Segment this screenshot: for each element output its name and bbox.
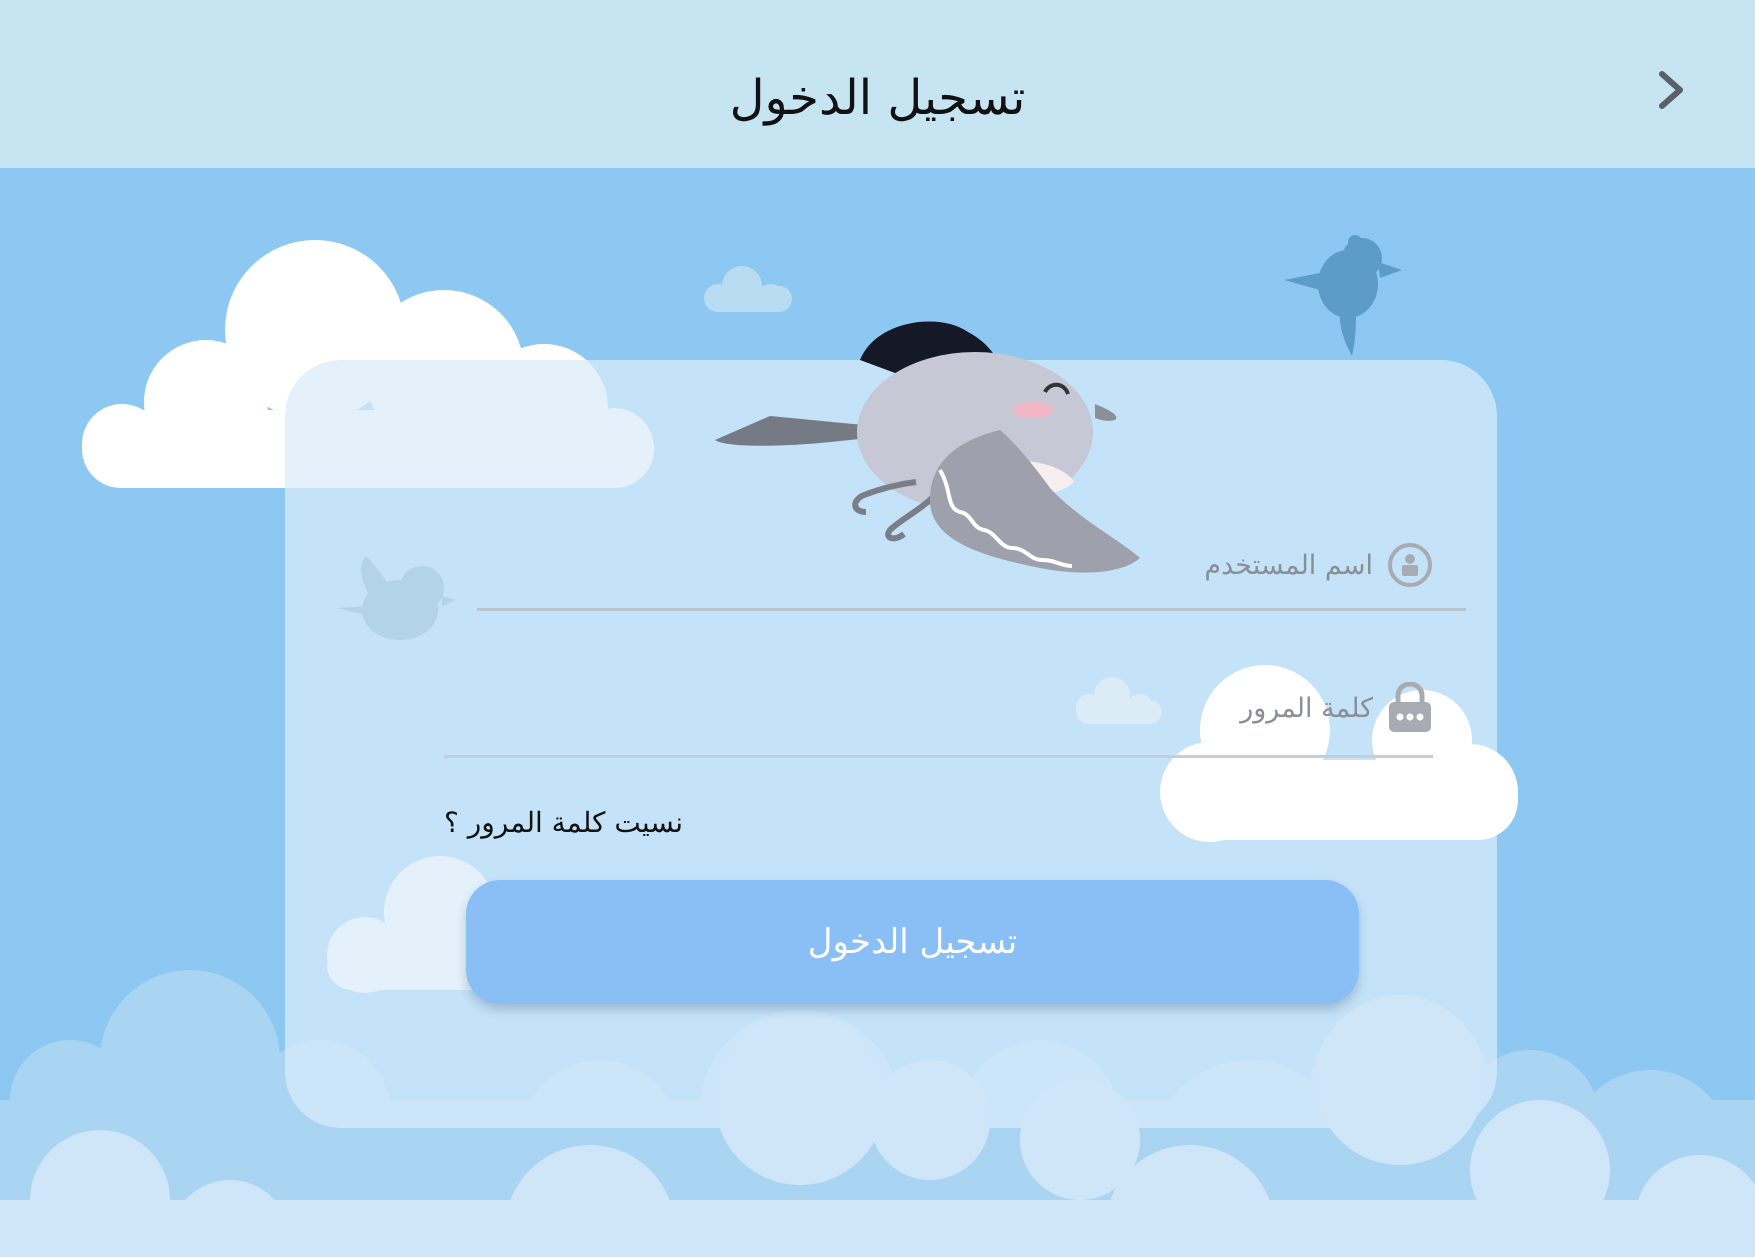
username-placeholder: اسم المستخدم (1204, 549, 1373, 581)
chevron-right-icon (1659, 71, 1683, 109)
bird-silhouette-icon (1284, 235, 1402, 356)
small-cloud-icon (704, 266, 792, 312)
login-button[interactable]: تسجيل الدخول (466, 880, 1359, 1004)
password-placeholder: كلمة المرور (1240, 692, 1373, 724)
login-card (285, 360, 1497, 1128)
login-button-label: تسجيل الدخول (807, 922, 1018, 962)
username-field[interactable]: اسم المستخدم (1204, 542, 1433, 588)
password-field[interactable]: كلمة المرور (1240, 682, 1433, 734)
forgot-password-link[interactable]: نسيت كلمة المرور ؟ (444, 806, 764, 839)
user-icon (1388, 543, 1432, 587)
page-title: تسجيل الدخول (729, 70, 1026, 126)
header-bar: تسجيل الدخول (0, 0, 1755, 168)
back-button[interactable] (1639, 58, 1703, 122)
username-underline (477, 608, 1466, 611)
lock-icon (1389, 682, 1431, 732)
password-underline (444, 755, 1433, 758)
